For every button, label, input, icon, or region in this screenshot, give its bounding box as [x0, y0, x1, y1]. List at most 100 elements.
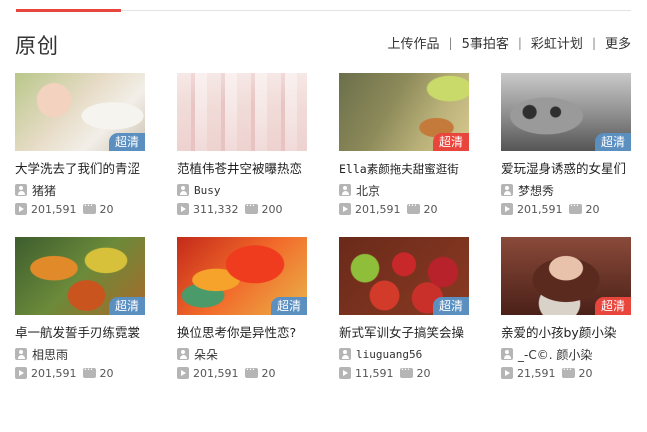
video-title[interactable]: Ella素颜拖夫甜蜜逛街	[339, 161, 469, 177]
play-count: 201,591	[31, 202, 77, 216]
video-uploader: Busy	[177, 183, 307, 197]
comment-icon	[82, 199, 96, 214]
nav-more[interactable]: 更多	[605, 33, 631, 52]
play-count-icon	[177, 367, 189, 379]
video-card: 超清 新式军训女子搞笑会操 liuguang56 11,591 20	[339, 237, 469, 401]
video-card: 超清 爱玩湿身诱惑的女星们 梦想秀 201,591 20	[501, 73, 631, 237]
video-grid: 超清 大学洗去了我们的青涩 猪猪 201,591 20 范植伟苍井空被曝热恋	[15, 73, 632, 401]
nav-separator: |	[591, 35, 596, 50]
comment-icon	[568, 199, 582, 214]
video-thumbnail[interactable]: 超清	[501, 73, 631, 151]
uploader-name[interactable]: _-C©. 颜小染	[518, 346, 592, 363]
play-count: 11,591	[355, 366, 394, 380]
video-title[interactable]: 大学洗去了我们的青涩	[15, 161, 145, 177]
user-icon	[339, 184, 351, 196]
video-card: 超清 换位思考你是异性恋? 朵朵 201,591 20	[177, 237, 307, 401]
video-uploader: 相思雨	[15, 346, 145, 363]
video-title[interactable]: 爱玩湿身诱惑的女星们	[501, 161, 631, 177]
comment-count: 20	[99, 202, 114, 216]
play-count-icon	[15, 203, 27, 215]
comment-count: 20	[416, 366, 431, 380]
comment-icon	[244, 363, 258, 378]
video-stats: 201,591 20	[15, 363, 145, 380]
hd-badge: 超清	[432, 297, 469, 315]
video-row: 超清 卓一航发誓手刃练霓裳 相思雨 201,591 20 超清 换位思考你是异性…	[15, 237, 632, 401]
video-card: 范植伟苍井空被曝热恋 Busy 311,332 200	[177, 73, 307, 237]
video-card: 超清 卓一航发誓手刃练霓裳 相思雨 201,591 20	[15, 237, 145, 401]
hd-badge: 超清	[594, 297, 631, 315]
section-accent-bar	[16, 9, 121, 12]
nav-rainbow-plan[interactable]: 彩虹计划	[531, 33, 583, 52]
uploader-name[interactable]: 相思雨	[32, 346, 68, 363]
video-thumbnail[interactable]: 超清	[501, 237, 631, 315]
play-count-icon	[177, 203, 189, 215]
nav-upload-works[interactable]: 上传作品	[388, 33, 440, 52]
play-count-icon	[339, 203, 351, 215]
video-title[interactable]: 亲爱的小孩by颜小染	[501, 325, 631, 341]
comment-icon	[399, 363, 413, 378]
hd-badge: 超清	[108, 297, 145, 315]
user-icon	[339, 348, 351, 360]
hd-badge: 超清	[432, 133, 469, 151]
video-stats: 21,591 20	[501, 363, 631, 380]
video-thumbnail[interactable]: 超清	[339, 73, 469, 151]
video-card: 超清 Ella素颜拖夫甜蜜逛街 北京 201,591 20	[339, 73, 469, 237]
comment-count: 20	[261, 366, 276, 380]
user-icon	[501, 184, 513, 196]
play-count: 201,591	[31, 366, 77, 380]
video-stats: 201,591 20	[177, 363, 307, 380]
user-icon	[15, 348, 27, 360]
video-stats: 201,591 20	[15, 199, 145, 216]
video-title[interactable]: 换位思考你是异性恋?	[177, 325, 307, 341]
play-count-icon	[501, 367, 513, 379]
play-count: 201,591	[355, 202, 401, 216]
video-uploader: _-C©. 颜小染	[501, 346, 631, 363]
video-title[interactable]: 新式军训女子搞笑会操	[339, 325, 469, 341]
play-count: 21,591	[517, 366, 556, 380]
uploader-name[interactable]: liuguang56	[356, 348, 422, 361]
play-count: 201,591	[193, 366, 239, 380]
nav-5shi-paike[interactable]: 5事拍客	[462, 33, 509, 52]
play-count: 201,591	[517, 202, 563, 216]
video-thumbnail[interactable]: 超清	[177, 237, 307, 315]
comment-count: 20	[585, 202, 600, 216]
play-count-icon	[339, 367, 351, 379]
comment-count: 20	[99, 366, 114, 380]
video-row: 超清 大学洗去了我们的青涩 猪猪 201,591 20 范植伟苍井空被曝热恋	[15, 73, 632, 237]
play-count-icon	[501, 203, 513, 215]
play-count: 311,332	[193, 202, 239, 216]
uploader-name[interactable]: 朵朵	[194, 346, 218, 363]
hd-badge: 超清	[594, 133, 631, 151]
nav-separator: |	[448, 35, 453, 50]
video-thumbnail[interactable]: 超清	[15, 73, 145, 151]
comment-icon	[406, 199, 420, 214]
video-stats: 311,332 200	[177, 199, 307, 216]
user-icon	[177, 348, 189, 360]
video-uploader: liuguang56	[339, 347, 469, 361]
section-nav: 上传作品 | 5事拍客 | 彩虹计划 | 更多	[388, 33, 631, 53]
play-count-icon	[15, 367, 27, 379]
nav-separator: |	[517, 35, 522, 50]
hd-badge: 超清	[270, 297, 307, 315]
comment-count: 20	[423, 202, 438, 216]
comment-count: 200	[261, 202, 283, 216]
video-title[interactable]: 卓一航发誓手刃练霓裳	[15, 325, 145, 341]
uploader-name[interactable]: Busy	[194, 184, 221, 197]
section-title: 原创	[15, 34, 59, 58]
video-card: 超清 亲爱的小孩by颜小染 _-C©. 颜小染 21,591 20	[501, 237, 631, 401]
video-thumbnail[interactable]	[177, 73, 307, 151]
video-uploader: 北京	[339, 182, 469, 199]
uploader-name[interactable]: 北京	[356, 182, 380, 199]
user-icon	[177, 184, 189, 196]
video-thumbnail[interactable]: 超清	[339, 237, 469, 315]
comment-icon	[244, 199, 258, 214]
video-stats: 201,591 20	[501, 199, 631, 216]
video-thumbnail[interactable]: 超清	[15, 237, 145, 315]
user-icon	[501, 348, 513, 360]
hd-badge: 超清	[108, 133, 145, 151]
video-card: 超清 大学洗去了我们的青涩 猪猪 201,591 20	[15, 73, 145, 237]
video-stats: 11,591 20	[339, 363, 469, 380]
uploader-name[interactable]: 梦想秀	[518, 182, 554, 199]
video-title[interactable]: 范植伟苍井空被曝热恋	[177, 161, 307, 177]
uploader-name[interactable]: 猪猪	[32, 182, 56, 199]
